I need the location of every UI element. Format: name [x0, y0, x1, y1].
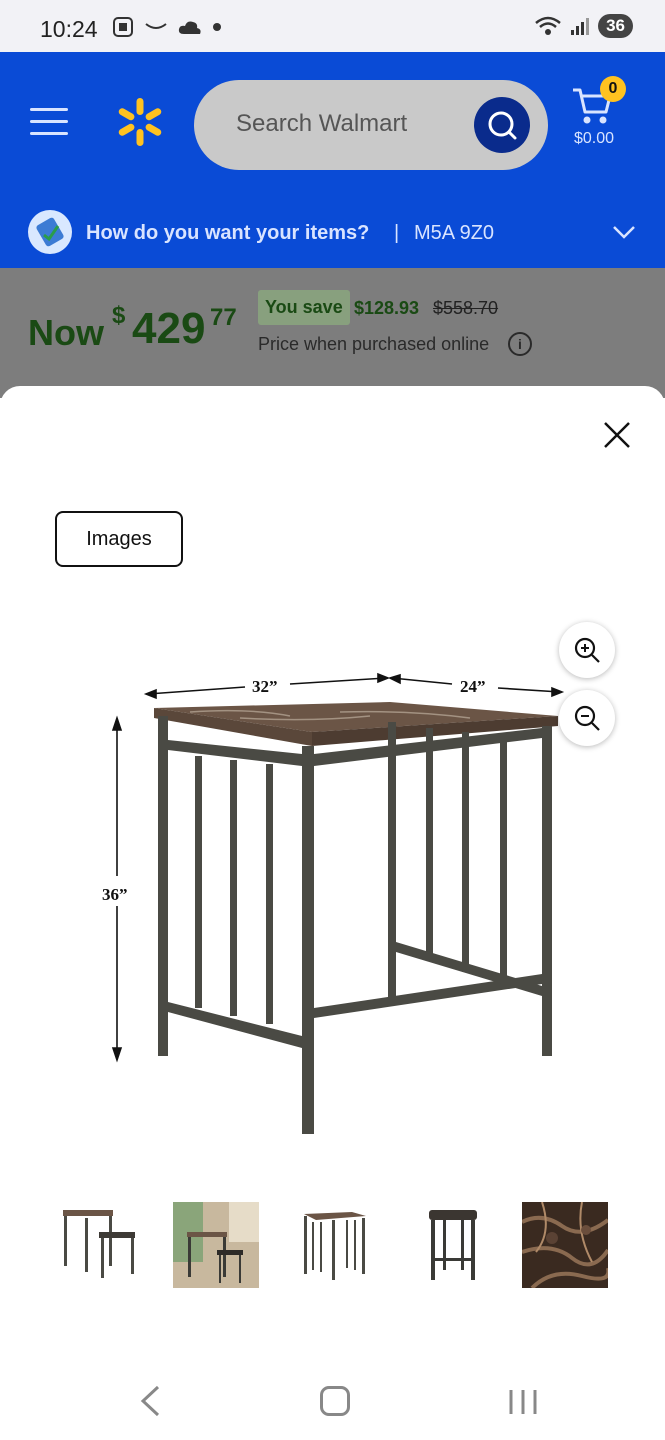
zoom-out-icon [574, 705, 600, 731]
thumb-stool[interactable] [411, 1202, 497, 1288]
cart-total: $0.00 [574, 130, 615, 147]
dim-depth-label: 24” [460, 677, 486, 696]
now-label: Now [28, 312, 104, 353]
was-price: $558.70 [433, 298, 499, 318]
amazon-icon [145, 23, 167, 29]
save-amount: $128.93 [354, 298, 420, 318]
cloud-icon [178, 21, 201, 34]
info-icon[interactable]: i [508, 332, 532, 356]
wifi-icon [535, 16, 561, 35]
thumb-table[interactable] [292, 1202, 378, 1288]
price-cents: 77 [210, 304, 237, 331]
search-button[interactable] [474, 97, 530, 153]
status-bar: 10:24 36 [0, 0, 665, 52]
cart-button[interactable]: 0 $0.00 [568, 76, 638, 156]
chevron-down-icon[interactable] [612, 220, 636, 244]
images-tab[interactable]: Images [55, 511, 183, 567]
close-icon[interactable] [600, 418, 634, 452]
walmart-spark-logo[interactable] [112, 94, 168, 150]
thumb-table-set[interactable] [55, 1202, 141, 1288]
price-note: Price when purchased online [258, 334, 490, 354]
price-section: Now $ 429 77 You save $128.93 $558.70 Pr… [0, 268, 665, 398]
delivery-icon [28, 210, 72, 254]
back-icon[interactable] [138, 1384, 162, 1418]
status-notification-icons [112, 16, 222, 38]
status-system-icons: 36 [534, 14, 633, 38]
thumb-room-scene[interactable] [173, 1202, 259, 1288]
screenshot-icon [113, 17, 133, 37]
image-viewer-sheet: Images 32” 24” 36” [0, 386, 665, 1440]
delivery-question: How do you want your items? [86, 222, 370, 244]
you-save-badge: You save [258, 290, 350, 325]
battery-indicator: 36 [598, 14, 633, 38]
price-dollars: 429 [132, 304, 206, 353]
zoom-out-button[interactable] [559, 690, 615, 746]
system-nav-bar [0, 1360, 665, 1440]
currency-symbol: $ [112, 302, 126, 329]
thumbnail-strip [55, 1202, 615, 1290]
product-image[interactable]: 32” 24” 36” [90, 656, 580, 1146]
home-icon[interactable] [320, 1386, 350, 1416]
zoom-in-icon [574, 637, 600, 663]
dim-height-label: 36” [102, 885, 128, 904]
recent-apps-icon[interactable] [508, 1388, 538, 1416]
postal-code: M5A 9Z0 [414, 222, 495, 244]
thumb-marble-texture[interactable] [522, 1202, 608, 1288]
search-placeholder: Search Walmart [236, 110, 408, 137]
dim-width-label: 32” [252, 677, 278, 696]
search-icon [488, 111, 517, 140]
status-time: 10:24 [40, 16, 98, 42]
app-header: Search Walmart 0 $0.00 How do you want y… [0, 52, 665, 268]
dot-icon [213, 23, 221, 31]
zoom-in-button[interactable] [559, 622, 615, 678]
cart-count-badge: 0 [600, 76, 626, 102]
search-input[interactable]: Search Walmart [194, 80, 548, 170]
signal-icon [571, 18, 590, 35]
delivery-separator: | [394, 222, 400, 244]
delivery-selector[interactable]: How do you want your items? | M5A 9Z0 [0, 210, 665, 268]
menu-icon[interactable] [30, 108, 68, 138]
